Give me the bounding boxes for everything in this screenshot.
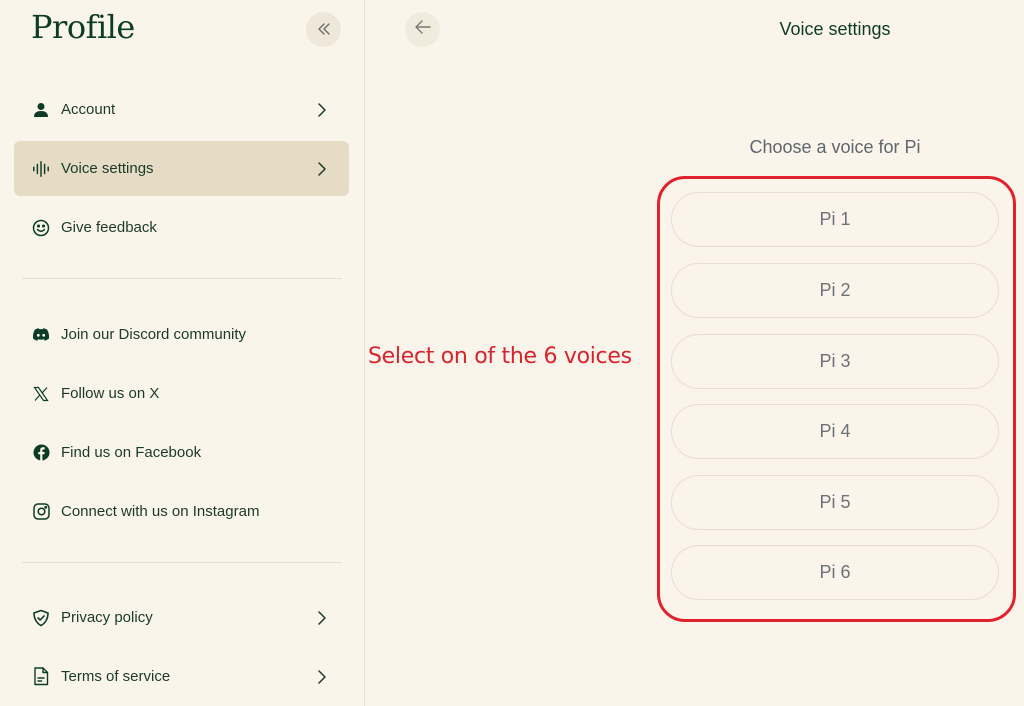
sidebar-item-label: Connect with us on Instagram [61,503,260,520]
sidebar-item-label: Find us on Facebook [61,444,202,461]
sidebar-item-terms-of-service[interactable]: Terms of service [14,649,349,704]
sidebar-item-discord[interactable]: Join our Discord community [14,307,349,362]
sidebar-item-x[interactable]: Follow us on X [14,366,349,421]
chevron-right-icon [315,161,329,176]
sidebar-item-label: Terms of service [61,668,171,685]
chevron-right-icon [315,610,329,625]
sidebar-title: Profile [31,8,135,46]
collapse-sidebar-button[interactable] [306,12,341,47]
smiley-icon [32,219,50,237]
user-icon [32,101,50,119]
divider [22,562,342,563]
chevron-right-icon [315,102,329,117]
sidebar-item-privacy-policy[interactable]: Privacy policy [14,590,349,645]
arrow-left-icon [414,20,431,39]
voice-option-pi-2[interactable]: Pi 2 [671,263,999,318]
facebook-icon [32,444,50,462]
voice-option-pi-6[interactable]: Pi 6 [671,545,999,600]
x-logo-icon [32,385,50,403]
sidebar-item-label: Join our Discord community [61,326,247,343]
page-title: Voice settings [779,19,891,39]
annotation-text: Select on of the 6 voices [368,344,632,369]
voice-option-pi-1[interactable]: Pi 1 [671,192,999,247]
sidebar-item-account[interactable]: Account [14,82,349,137]
sidebar-item-voice-settings[interactable]: Voice settings [14,141,349,196]
sidebar: Profile Account Voice settings Give feed… [0,0,365,706]
sidebar-item-label: Give feedback [61,219,157,236]
double-chevron-left-icon [316,17,332,43]
voice-option-pi-5[interactable]: Pi 5 [671,475,999,530]
sidebar-item-label: Voice settings [61,160,154,177]
instagram-icon [32,503,50,521]
voice-option-pi-4[interactable]: Pi 4 [671,404,999,459]
discord-icon [32,326,50,344]
document-icon [32,667,50,686]
divider [22,278,342,279]
sidebar-item-label: Privacy policy [61,609,153,626]
sidebar-item-label: Account [61,101,116,118]
back-button[interactable] [405,12,440,47]
sidebar-item-label: Follow us on X [61,385,160,402]
sidebar-item-instagram[interactable]: Connect with us on Instagram [14,484,349,539]
sidebar-item-facebook[interactable]: Find us on Facebook [14,425,349,480]
sidebar-item-give-feedback[interactable]: Give feedback [14,200,349,255]
shield-check-icon [32,609,50,627]
waveform-icon [32,160,50,178]
voice-option-pi-3[interactable]: Pi 3 [671,334,999,389]
choose-voice-label: Choose a voice for Pi [749,137,921,157]
chevron-right-icon [315,669,329,684]
